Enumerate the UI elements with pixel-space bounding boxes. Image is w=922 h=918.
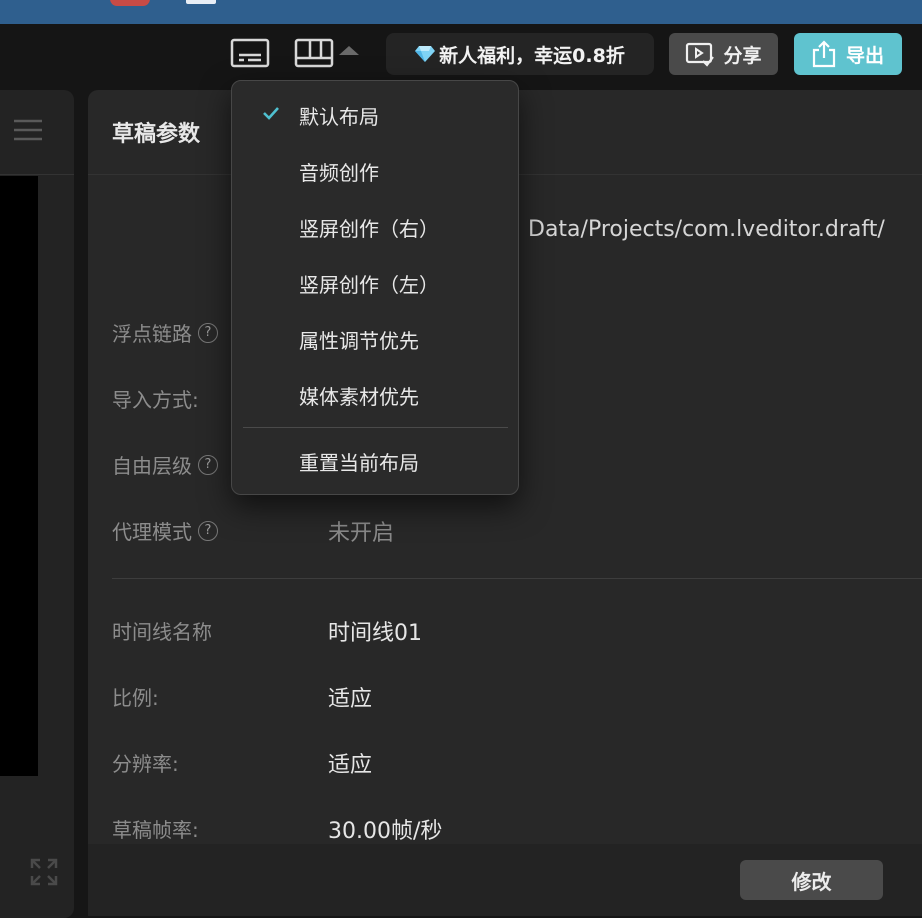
help-icon[interactable]: ? — [198, 454, 218, 475]
system-menu-bar — [0, 0, 922, 24]
menu-item-label: 竖屏创作（左） — [299, 272, 439, 297]
menu-item-properties-first[interactable]: 属性调节优先 — [232, 315, 518, 363]
promo-text: 新人福利，幸运0.8折 — [439, 44, 625, 67]
notification-badge — [110, 0, 150, 6]
layout-icon[interactable] — [292, 36, 336, 70]
export-button[interactable]: 导出 — [794, 33, 902, 75]
menu-item-audio-creation[interactable]: 音频创作 — [232, 147, 518, 195]
ratio-value: 适应 — [328, 687, 373, 712]
menu-item-label: 属性调节优先 — [299, 328, 419, 353]
row-label-text: 导入方式: — [112, 388, 199, 412]
fullscreen-icon[interactable] — [28, 856, 60, 888]
player-panel — [0, 90, 74, 918]
ratio-label: 比例: — [112, 686, 159, 710]
export-label: 导出 — [845, 44, 884, 67]
menu-item-label: 媒体素材优先 — [299, 384, 419, 409]
menu-item-label: 音频创作 — [299, 160, 379, 185]
menu-item-default-layout[interactable]: 默认布局 — [232, 91, 518, 139]
panel-title: 草稿参数 — [112, 122, 201, 147]
draft-path: Data/Projects/com.lveditor.draft/ — [528, 217, 885, 242]
float-link-label: 浮点链路 ? — [112, 318, 218, 347]
help-icon[interactable]: ? — [198, 520, 218, 541]
section-divider — [112, 578, 922, 579]
framerate-value: 30.00帧/秒 — [328, 819, 443, 844]
row-label-text: 自由层级 — [112, 454, 192, 478]
framerate-label: 草稿帧率: — [112, 818, 199, 842]
caret-up-icon[interactable] — [339, 46, 359, 55]
timeline-name-label: 时间线名称 — [112, 620, 212, 644]
menu-item-label: 默认布局 — [299, 104, 379, 129]
modify-button[interactable]: 修改 — [740, 860, 883, 900]
menu-item-vertical-right[interactable]: 竖屏创作（右） — [232, 203, 518, 251]
check-icon — [263, 107, 279, 120]
video-preview[interactable] — [0, 176, 38, 776]
menu-item-reset-layout[interactable]: 重置当前布局 — [232, 437, 518, 485]
share-button[interactable]: 分享 — [669, 33, 778, 75]
proxy-mode-label: 代理模式 ? — [112, 516, 218, 545]
upload-icon — [812, 40, 836, 68]
panel-footer: 修改 — [88, 844, 922, 916]
menu-icon[interactable] — [14, 118, 42, 142]
menu-item-label: 竖屏创作（右） — [299, 216, 439, 241]
resolution-value: 适应 — [328, 753, 373, 778]
share-screen-icon — [686, 42, 715, 67]
menu-item-vertical-left[interactable]: 竖屏创作（左） — [232, 259, 518, 307]
proxy-mode-value: 未开启 — [328, 521, 395, 546]
resolution-label: 分辨率: — [112, 752, 179, 776]
row-label-text: 浮点链路 — [112, 322, 192, 346]
import-mode-label: 导入方式: — [112, 384, 199, 413]
promo-banner[interactable]: 新人福利，幸运0.8折 — [386, 33, 654, 75]
layout-menu: 默认布局 音频创作 竖屏创作（右） 竖屏创作（左） 属性调节优先 媒体素材优先 … — [231, 80, 519, 495]
help-icon[interactable]: ? — [198, 322, 218, 343]
share-label: 分享 — [723, 44, 762, 67]
diamond-icon — [415, 46, 436, 62]
panel-divider — [0, 174, 74, 175]
caption-icon[interactable] — [228, 36, 272, 70]
menu-bar-icon — [186, 0, 216, 4]
menu-item-media-first[interactable]: 媒体素材优先 — [232, 371, 518, 419]
free-layer-label: 自由层级 ? — [112, 450, 218, 479]
timeline-name-value: 时间线01 — [328, 621, 422, 646]
menu-item-label: 重置当前布局 — [299, 450, 419, 475]
menu-divider — [243, 427, 508, 428]
row-label-text: 代理模式 — [112, 520, 192, 544]
